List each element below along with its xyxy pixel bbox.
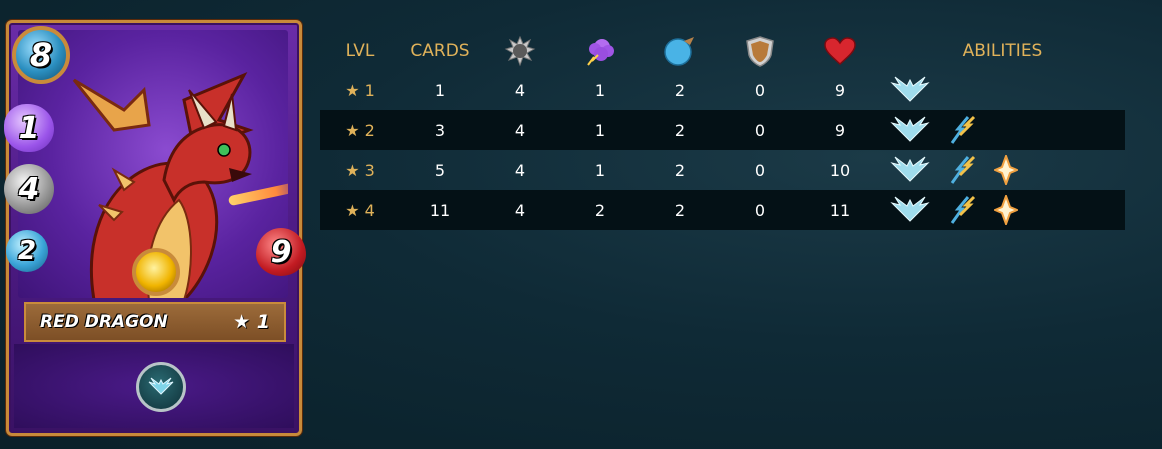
abilities-cell bbox=[880, 190, 1125, 230]
health-cell: 9 bbox=[800, 110, 880, 150]
speed-badge: 2 bbox=[6, 230, 48, 272]
health-value: 9 bbox=[270, 234, 292, 270]
flying-icon[interactable] bbox=[136, 362, 186, 412]
star-icon: ★ bbox=[345, 160, 360, 180]
header-abilities: ABILITIES bbox=[962, 41, 1043, 61]
armor-cell: 0 bbox=[720, 110, 800, 150]
speed-cell: 2 bbox=[640, 190, 720, 230]
card-name-banner: RED DRAGON ★ 1 bbox=[24, 302, 286, 342]
melee-attack-value: 4 bbox=[18, 171, 40, 207]
table-row: ★ 4 11 4 2 2 0 11 bbox=[320, 190, 1125, 230]
speed-cell: 2 bbox=[674, 80, 686, 100]
divine-shield-icon[interactable] bbox=[992, 153, 1020, 187]
health-cell: 9 bbox=[834, 80, 846, 100]
monster-card[interactable]: 8 1 4 2 9 RED DRAGON ★ 1 bbox=[4, 18, 306, 440]
divine-shield-icon[interactable] bbox=[992, 193, 1020, 227]
header-armor bbox=[720, 32, 800, 70]
cards-cell: 5 bbox=[434, 160, 446, 180]
health-cell: 11 bbox=[800, 190, 880, 230]
card-level: ★ 1 bbox=[233, 311, 270, 333]
armor-cell: 0 bbox=[720, 190, 800, 230]
table-row: ★ 1141209 bbox=[320, 70, 1125, 110]
fire-element-icon bbox=[132, 248, 180, 296]
flying-icon[interactable] bbox=[890, 155, 930, 185]
mana-cost-value: 8 bbox=[29, 36, 53, 74]
card-name: RED DRAGON bbox=[40, 312, 168, 332]
level-value: 4 bbox=[364, 200, 375, 220]
speed-cell: 2 bbox=[640, 110, 720, 150]
magic-attack-badge: 1 bbox=[4, 104, 54, 152]
level-stats-table: LVL CARDS ABILITIES ★ 1 1 4 1 2 0 9 ★ 2 … bbox=[320, 32, 1125, 230]
magic-reflect-icon[interactable] bbox=[948, 155, 976, 185]
magic-cell: 1 bbox=[560, 110, 640, 150]
melee-cell: 4 bbox=[480, 110, 560, 150]
card-ability-panel bbox=[14, 344, 294, 428]
level-cell: ★ 1 bbox=[320, 70, 400, 110]
level-value: 2 bbox=[364, 120, 375, 140]
melee-cell: 4 bbox=[514, 160, 526, 180]
magic-cell: 1 bbox=[594, 80, 606, 100]
cards-cell: 1 bbox=[434, 80, 446, 100]
magic-reflect-icon[interactable] bbox=[948, 115, 976, 145]
mana-cost-badge: 8 bbox=[12, 26, 70, 84]
health-icon bbox=[824, 37, 856, 66]
magic-cell: 1 bbox=[594, 160, 606, 180]
table-row: ★ 2341209 bbox=[320, 110, 1125, 150]
speed-icon bbox=[664, 37, 694, 66]
speed-value: 2 bbox=[17, 236, 37, 266]
melee-cell: 4 bbox=[514, 80, 526, 100]
speed-cell: 2 bbox=[674, 160, 686, 180]
level-value: 3 bbox=[364, 160, 375, 180]
header-cards: CARDS bbox=[410, 41, 470, 61]
header-health bbox=[800, 32, 880, 70]
flying-icon[interactable] bbox=[890, 75, 930, 105]
magic-attack-icon bbox=[587, 39, 614, 66]
abilities-cell bbox=[880, 110, 1125, 150]
flying-icon[interactable] bbox=[890, 115, 930, 145]
melee-cell: 4 bbox=[480, 190, 560, 230]
header-lvl: LVL bbox=[345, 41, 375, 61]
health-cell: 10 bbox=[829, 160, 851, 180]
star-icon: ★ bbox=[345, 80, 360, 100]
armor-cell: 0 bbox=[754, 80, 766, 100]
table-row: ★ 3 5 4 1 2 0 10 bbox=[320, 150, 1125, 190]
level-cell: ★ 2 bbox=[320, 110, 400, 150]
health-badge: 9 bbox=[256, 228, 306, 276]
cards-cell: 11 bbox=[400, 190, 480, 230]
header-melee bbox=[480, 32, 560, 70]
star-icon: ★ bbox=[345, 120, 360, 140]
level-cell: ★ 4 bbox=[320, 190, 400, 230]
level-cell: ★ 3 bbox=[320, 150, 400, 190]
level-value: 1 bbox=[364, 80, 375, 100]
cards-cell: 3 bbox=[400, 110, 480, 150]
header-speed bbox=[640, 32, 720, 70]
header-magic bbox=[560, 32, 640, 70]
magic-attack-value: 1 bbox=[18, 110, 40, 146]
star-icon: ★ bbox=[345, 200, 360, 220]
flying-icon[interactable] bbox=[890, 195, 930, 225]
abilities-cell bbox=[880, 70, 1125, 110]
melee-attack-icon bbox=[504, 35, 536, 67]
armor-icon bbox=[746, 36, 774, 67]
armor-cell: 0 bbox=[754, 160, 766, 180]
table-header-row: LVL CARDS ABILITIES bbox=[320, 32, 1125, 70]
abilities-cell bbox=[880, 150, 1125, 190]
table-body: ★ 1 1 4 1 2 0 9 ★ 2 3 4 1 2 0 9 ★ 3 5 4 1 2 0 10 ★ 4 11 4 2 2 0 11 bbox=[320, 70, 1125, 230]
melee-attack-badge: 4 bbox=[4, 164, 54, 214]
magic-cell: 2 bbox=[560, 190, 640, 230]
magic-reflect-icon[interactable] bbox=[948, 195, 976, 225]
